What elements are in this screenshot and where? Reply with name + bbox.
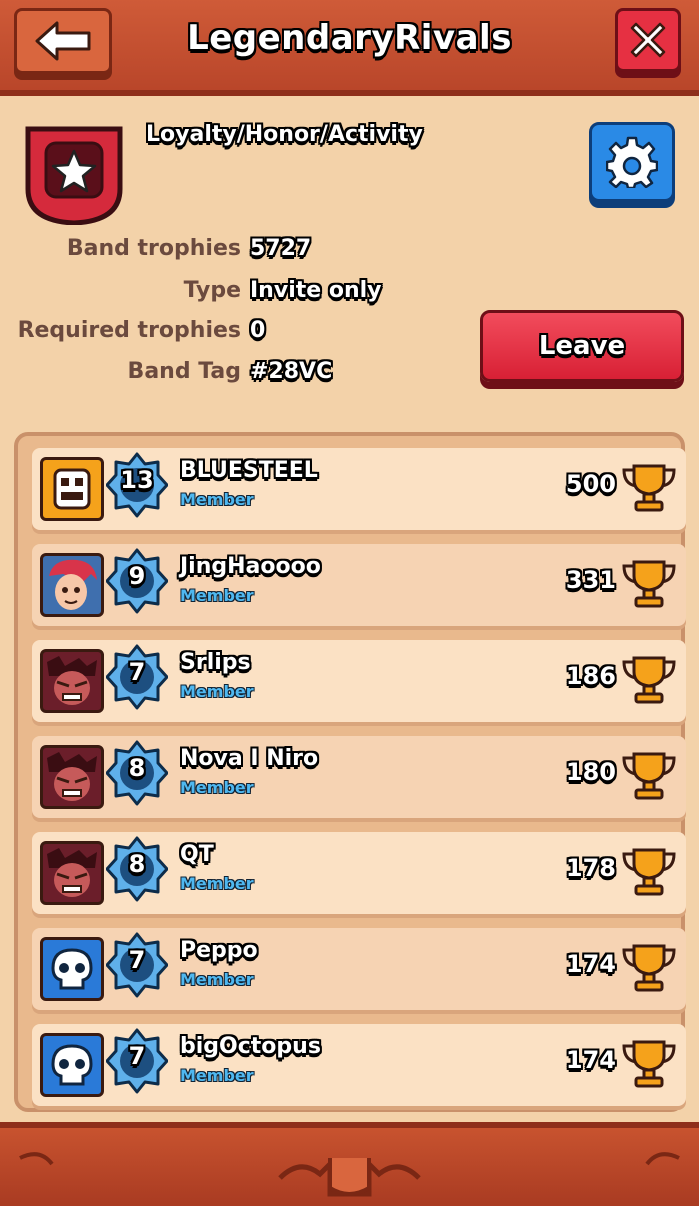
info-label: Type (183, 278, 241, 303)
member-name: JingHaoooo (180, 554, 321, 579)
member-level: 13 (120, 466, 154, 494)
member-role: Member (180, 874, 254, 893)
member-level: 7 (128, 946, 146, 974)
member-trophy-count: 174 (565, 1046, 616, 1074)
ornament-icon (19, 1152, 680, 1197)
member-row[interactable]: 9 JingHaoooo Member 331 (32, 544, 686, 626)
member-name: Nova I Niro (180, 746, 319, 771)
member-level: 7 (128, 1042, 146, 1070)
member-trophy-count: 186 (565, 662, 616, 690)
member-row[interactable]: 7 bigOctopus Member 174 (32, 1024, 686, 1106)
member-trophy-count: 174 (565, 950, 616, 978)
skull-avatar (40, 1033, 104, 1097)
trophy-icon (622, 560, 676, 608)
trophy-icon (622, 752, 676, 800)
member-name: Srlips (180, 650, 251, 675)
star-badge-icon (25, 126, 123, 226)
trophy-icon (622, 656, 676, 704)
member-level: 8 (128, 850, 146, 878)
angry-avatar (40, 841, 104, 905)
close-x-icon (630, 22, 666, 58)
member-level: 8 (128, 754, 146, 782)
member-row[interactable]: 13 BLUESTEEL Member 500 (32, 448, 686, 530)
trophy-icon (622, 1040, 676, 1088)
gear-icon (606, 136, 658, 188)
angry-avatar (40, 649, 104, 713)
member-trophy-count: 331 (565, 566, 616, 594)
member-role: Member (180, 682, 254, 701)
info-label: Band Tag (127, 359, 241, 384)
member-role: Member (180, 778, 254, 797)
info-value: 0 (250, 318, 266, 343)
band-motto: Loyalty/Honor/Activity (146, 122, 423, 147)
robot-avatar (40, 457, 104, 521)
member-name: BLUESTEEL (180, 458, 318, 483)
member-role: Member (180, 490, 254, 509)
band-settings-button[interactable] (589, 122, 675, 202)
info-label: Required trophies (17, 318, 241, 343)
skull-avatar (40, 937, 104, 1001)
member-row[interactable]: 7 Peppo Member 174 (32, 928, 686, 1010)
member-name: QT (180, 842, 214, 867)
girl-avatar (40, 553, 104, 617)
trophy-icon (622, 944, 676, 992)
info-type: Type Invite only (0, 278, 699, 312)
member-level: 7 (128, 658, 146, 686)
member-trophy-count: 178 (565, 854, 616, 882)
member-role: Member (180, 970, 254, 989)
member-role: Member (180, 1066, 254, 1085)
top-bar: LegendaryRivals (0, 0, 699, 96)
leave-button[interactable]: Leave (480, 310, 684, 382)
member-name: Peppo (180, 938, 258, 963)
trophy-icon (622, 848, 676, 896)
member-level: 9 (128, 562, 146, 590)
member-row[interactable]: 8 Nova I Niro Member 180 (32, 736, 686, 818)
member-trophy-count: 500 (565, 470, 616, 498)
angry-avatar (40, 745, 104, 809)
trophy-icon (622, 464, 676, 512)
members-list[interactable]: 13 BLUESTEEL Member 500 9 JingHaoooo Mem… (14, 432, 686, 1112)
info-value: 5727 (250, 236, 312, 261)
member-name: bigOctopus (180, 1034, 321, 1059)
band-badge (24, 125, 124, 226)
member-role: Member (180, 586, 254, 605)
bottom-bar (0, 1122, 699, 1206)
page-title: LegendaryRivals (187, 18, 512, 58)
info-label: Band trophies (66, 236, 241, 261)
member-row[interactable]: 7 Srlips Member 186 (32, 640, 686, 722)
member-row[interactable]: 8 QT Member 178 (32, 832, 686, 914)
close-button[interactable] (615, 8, 681, 72)
info-value: #28VC (250, 359, 333, 384)
info-band-trophies: Band trophies 5727 (0, 236, 699, 270)
member-trophy-count: 180 (565, 758, 616, 786)
info-value: Invite only (250, 278, 382, 303)
